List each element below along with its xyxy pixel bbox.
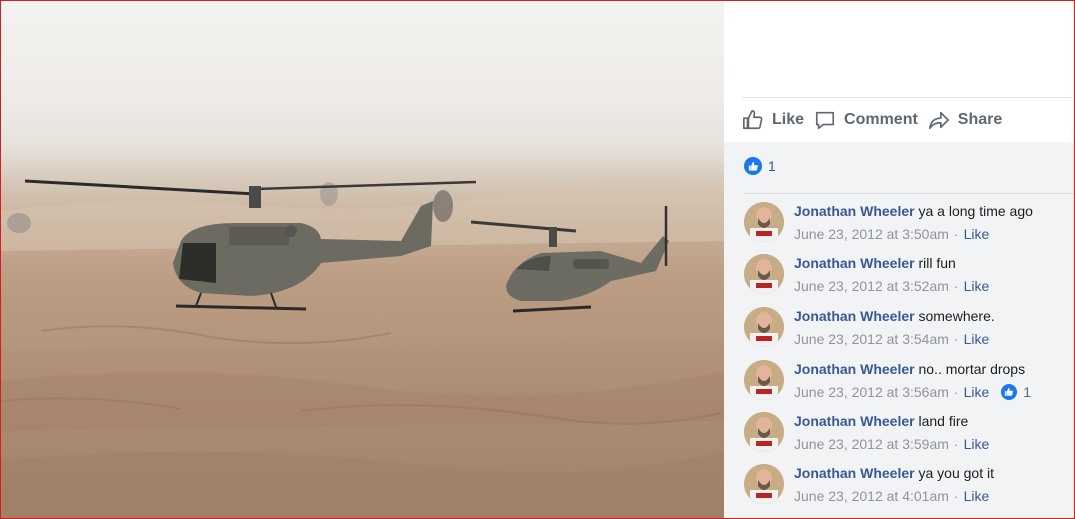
comment-author[interactable]: Jonathan Wheeler [794,203,915,219]
comment-like-link[interactable]: Like [964,330,990,348]
avatar[interactable] [744,202,784,242]
reactions-summary[interactable]: 1 [744,157,1074,194]
separator-dot: · [953,278,959,294]
comment-button-label: Comment [844,111,918,128]
window-frame: Like Comment Share 1 Jonathan Wheeler ya… [0,0,1075,519]
comment-author[interactable]: Jonathan Wheeler [794,465,915,481]
comment-item: Jonathan Wheeler ya you got it June 23, … [744,464,1074,508]
comment-timestamp[interactable]: June 23, 2012 at 3:56am [794,383,949,401]
comment-timestamp[interactable]: June 23, 2012 at 4:01am [794,487,949,505]
comment-text: rill fun [918,255,956,271]
comment-timestamp[interactable]: June 23, 2012 at 3:50am [794,225,949,243]
comment-item: Jonathan Wheeler somewhere. June 23, 201… [744,307,1074,351]
avatar[interactable] [744,360,784,400]
comment-like-count[interactable]: 1 [1023,383,1031,401]
comment-author[interactable]: Jonathan Wheeler [794,255,915,271]
comment-like-link[interactable]: Like [964,277,990,295]
share-button-label: Share [957,111,1003,128]
comment-author[interactable]: Jonathan Wheeler [794,308,915,324]
comment-timestamp[interactable]: June 23, 2012 at 3:54am [794,330,949,348]
comment-item: Jonathan Wheeler no.. mortar drops June … [744,360,1074,404]
share-button[interactable]: Share [928,109,1002,131]
comment-like-link[interactable]: Like [964,383,990,401]
comments-section: 1 Jonathan Wheeler ya a long time ago Ju… [724,142,1074,518]
separator-dot: · [953,331,959,347]
comment-text: no.. mortar drops [918,361,1026,377]
post-action-bar: Like Comment Share [742,97,1072,143]
like-button-label: Like [772,111,805,128]
separator-dot: · [953,488,959,504]
avatar[interactable] [744,307,784,347]
avatar[interactable] [744,464,784,504]
comment-item: Jonathan Wheeler ya a long time ago June… [744,202,1074,246]
comment-text: ya a long time ago [918,203,1033,219]
comment-item: Jonathan Wheeler rill fun June 23, 2012 … [744,254,1074,298]
reaction-count[interactable]: 1 [768,157,776,175]
comment-like-link[interactable]: Like [964,225,990,243]
comment-text: somewhere. [918,308,995,324]
post-photo[interactable] [1,1,724,518]
like-reaction-icon [744,157,762,175]
helicopters-desert-image [1,177,724,518]
comment-like-link[interactable]: Like [964,487,990,505]
comment-author[interactable]: Jonathan Wheeler [794,361,915,377]
comment-timestamp[interactable]: June 23, 2012 at 3:59am [794,435,949,453]
post-side-panel: Like Comment Share 1 Jonathan Wheeler ya… [724,1,1074,518]
separator-dot: · [953,436,959,452]
avatar[interactable] [744,412,784,452]
thumbs-up-icon [743,110,763,130]
separator-dot: · [953,384,959,400]
comment-timestamp[interactable]: June 23, 2012 at 3:52am [794,277,949,295]
like-button[interactable]: Like [742,109,804,131]
like-reaction-icon[interactable] [1001,384,1018,400]
separator-dot: · [953,226,959,242]
comment-item: Jonathan Wheeler land fire June 23, 2012… [744,412,1074,456]
comment-text: land fire [918,413,969,429]
comment-author[interactable]: Jonathan Wheeler [794,413,915,429]
comment-text: ya you got it [918,465,994,481]
comment-like-link[interactable]: Like [964,435,990,453]
comment-button[interactable]: Comment [814,109,918,131]
share-arrow-icon [928,111,949,130]
comment-bubble-icon [815,111,835,130]
avatar[interactable] [744,254,784,294]
